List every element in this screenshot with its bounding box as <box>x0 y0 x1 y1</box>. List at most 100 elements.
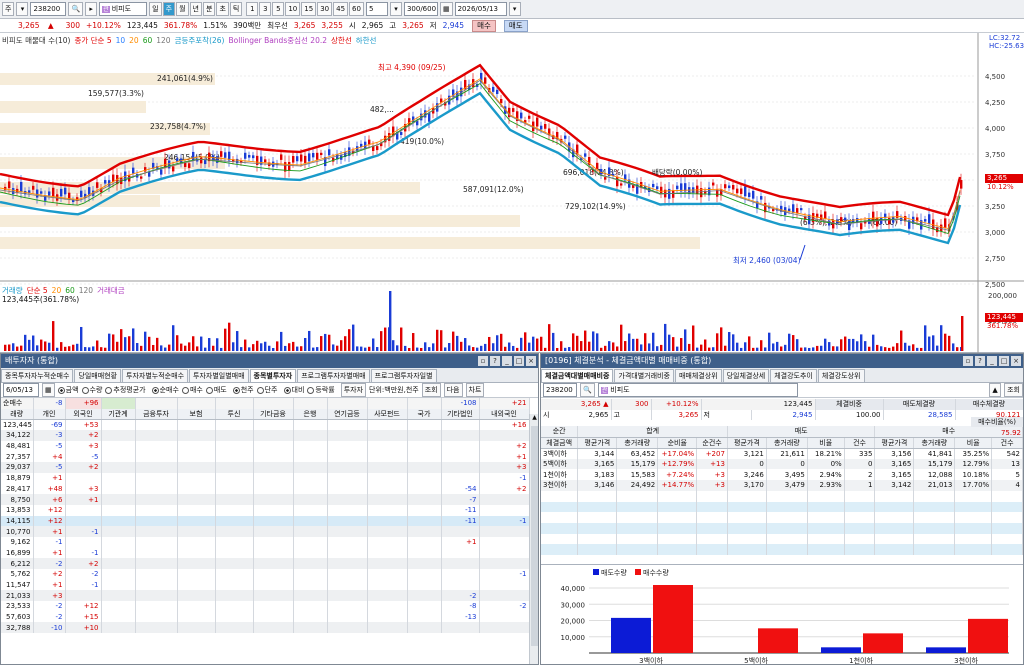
legend-item-2[interactable]: 10 <box>116 36 126 45</box>
investor-tab-2[interactable]: 투자자별누적순매수 <box>122 369 189 382</box>
help-icon[interactable]: ? <box>490 356 500 366</box>
radio-icon[interactable] <box>307 386 315 394</box>
investor-col-header-10[interactable]: 사모펀드 <box>367 408 408 420</box>
investor-col-header-5[interactable]: 보험 <box>177 408 216 420</box>
stock-name-field[interactable]: 관 비피도 <box>99 2 148 16</box>
sell-button[interactable]: 매도 <box>503 19 528 32</box>
trade-tab-0[interactable]: 체결금액대별매매비중 <box>541 369 614 382</box>
period-button-6[interactable]: 틱 <box>229 2 243 16</box>
table-row[interactable]: 10,770 +1 -1 <box>1 526 530 537</box>
interval-button-5[interactable]: 30 <box>317 2 333 16</box>
interval-button-2[interactable]: 5 <box>272 2 285 16</box>
calendar-icon[interactable]: ▦ <box>439 2 453 16</box>
date-input[interactable]: 6/05/13 <box>3 383 39 397</box>
minimize-icon[interactable]: _ <box>987 356 997 366</box>
table-row[interactable]: 3천이하 3,146 24,492 +14.77% +3 3,170 3,479 2.93% 1… <box>541 480 1023 491</box>
vol-legend-item-4[interactable]: 120 <box>79 286 93 295</box>
scrollbar[interactable]: ▲ <box>529 414 538 664</box>
radio-icon[interactable] <box>81 386 89 394</box>
legend-item-9[interactable]: 하한선 <box>356 36 377 45</box>
scroll-thumb[interactable] <box>531 426 538 646</box>
price-chart[interactable]: 4,5004,2504,0003,7503,5003,2503,0002,750… <box>0 33 1024 353</box>
amount-radio-2[interactable]: 추정평균가 <box>105 386 146 394</box>
interval-button-1[interactable]: 3 <box>259 2 272 16</box>
stock-name-field[interactable]: 관 비피도 <box>597 383 798 397</box>
table-row[interactable]: 28,417 +48 +3 -54 +2 <box>1 483 530 495</box>
table-row[interactable]: 5백이하 3,165 15,179 +12.79% +13 0 0 0% 0 3,165 15,17… <box>541 458 1023 470</box>
investor-col-header-7[interactable]: 기타금융 <box>253 408 294 420</box>
up-icon[interactable]: ▲ <box>989 383 1002 397</box>
investor-button[interactable]: 투자자 <box>340 383 367 397</box>
trade-col-header-1[interactable]: 평균가격 <box>577 437 618 449</box>
interval-button-3[interactable]: 10 <box>285 2 301 16</box>
table-row[interactable]: 3백이하 3,144 63,452 +17.04% +207 3,121 21,611 18.… <box>541 448 1023 459</box>
query-button[interactable]: 조회 <box>421 383 441 397</box>
trade-col-header-0[interactable]: 체결금액 <box>541 437 579 449</box>
trade-col-header-7[interactable]: 비율 <box>807 437 845 449</box>
trade-tab-5[interactable]: 체결강도상위 <box>817 369 865 382</box>
period-button-0[interactable]: 일 <box>149 2 162 16</box>
trade-tab-4[interactable]: 체결강도추이 <box>770 369 817 382</box>
table-row[interactable]: 11,547 +1 -1 <box>1 579 530 591</box>
help-icon[interactable]: ? <box>975 356 985 366</box>
table-row[interactable]: 18,879 +1 -1 <box>1 472 530 484</box>
close-icon[interactable]: × <box>526 356 536 366</box>
investor-col-header-12[interactable]: 기타법인 <box>441 408 480 420</box>
trade-radio-1[interactable]: 매수 <box>181 386 203 394</box>
dropdown-icon[interactable]: ▾ <box>16 2 29 16</box>
calendar-icon[interactable]: ▦ <box>42 383 55 397</box>
count-input[interactable]: 300/600 <box>403 2 438 16</box>
period-button-1[interactable]: 주 <box>162 2 176 16</box>
radio-icon[interactable] <box>283 386 291 394</box>
trade-col-header-3[interactable]: 순비율 <box>657 437 698 449</box>
radio-icon[interactable] <box>57 386 65 394</box>
period-button-4[interactable]: 분 <box>202 2 216 16</box>
table-row[interactable]: 57,603 -2 +15 -13 <box>1 611 530 623</box>
interval-button-4[interactable]: 15 <box>301 2 317 16</box>
dropdown-icon[interactable]: ▾ <box>389 2 402 16</box>
amount-radio-0[interactable]: 금액 <box>57 386 79 394</box>
investor-col-header-4[interactable]: 금융투자 <box>135 408 178 420</box>
trade-amount-table[interactable]: 순간 합계 매도 매수 체결금액 평균가격 총거래량 순비율 순건수 평균가격 총거래량 비율… <box>541 426 1023 555</box>
table-row[interactable]: 1천이하 3,183 15,583 +7.24% +3 3,246 3,495 2.94% 2 3… <box>541 469 1023 481</box>
maximize-icon[interactable]: □ <box>514 356 524 366</box>
unit-radio-0[interactable]: 천주 <box>232 386 254 394</box>
calendar-dropdown-icon[interactable]: ▾ <box>508 2 521 16</box>
search-icon[interactable]: 🔍 <box>580 383 595 397</box>
investor-table[interactable]: 순매수 -8 +96 -108 +21 래량 개인 외국인 기관계 금융투자 보험 투신 기타… <box>1 398 530 634</box>
table-row[interactable]: 21,033 +3 -2 <box>1 590 530 602</box>
investor-col-header-9[interactable]: 연기금등 <box>327 408 368 420</box>
trade-col-header-4[interactable]: 순건수 <box>696 437 728 449</box>
trade-tab-3[interactable]: 당일체결상세 <box>722 369 770 382</box>
table-row[interactable]: 34,122 -3 +2 <box>1 430 530 441</box>
radio-icon[interactable] <box>151 386 159 394</box>
legend-item-1[interactable]: 종가 단순 5 <box>74 36 111 45</box>
table-row[interactable]: 48,481 -5 +3 +2 <box>1 440 530 452</box>
minimize-icon[interactable]: _ <box>502 356 512 366</box>
stock-code-input[interactable]: 238200 <box>543 383 577 397</box>
interval-select[interactable]: 5 <box>365 2 388 16</box>
compare-radio-1[interactable]: 등락률 <box>307 386 335 394</box>
trade-col-header-8[interactable]: 건수 <box>844 437 876 449</box>
radio-icon[interactable] <box>232 386 240 394</box>
date-input[interactable]: 2026/05/13 <box>454 2 507 16</box>
investor-tab-4[interactable]: 종목별투자자 <box>249 369 297 382</box>
table-row[interactable]: 32,788 -10 +10 <box>1 622 530 634</box>
investor-col-header-1[interactable]: 개인 <box>33 408 66 420</box>
table-row[interactable]: 9,162 -1 +1 <box>1 536 530 548</box>
legend-item-3[interactable]: 20 <box>129 36 139 45</box>
investor-col-header-6[interactable]: 투신 <box>215 408 254 420</box>
next-button[interactable]: 다음 <box>443 383 463 397</box>
period-button-3[interactable]: 년 <box>189 2 202 16</box>
trade-tab-2[interactable]: 매매체결상위 <box>674 369 722 382</box>
legend-item-4[interactable]: 60 <box>143 36 153 45</box>
trade-col-header-6[interactable]: 총거래량 <box>766 437 808 449</box>
search-icon[interactable]: 🔍 <box>68 2 84 16</box>
interval-button-7[interactable]: 60 <box>349 2 364 16</box>
investor-tab-3[interactable]: 투자자별일별매매 <box>189 369 249 382</box>
price-chart-canvas[interactable]: 4,5004,2504,0003,7503,5003,2503,0002,750… <box>0 33 1024 353</box>
interval-button-0[interactable]: 1 <box>246 2 259 16</box>
investor-col-header-3[interactable]: 기관계 <box>101 408 136 420</box>
investor-col-header-8[interactable]: 은행 <box>293 408 328 420</box>
investor-tab-1[interactable]: 당일매매현황 <box>74 369 122 382</box>
